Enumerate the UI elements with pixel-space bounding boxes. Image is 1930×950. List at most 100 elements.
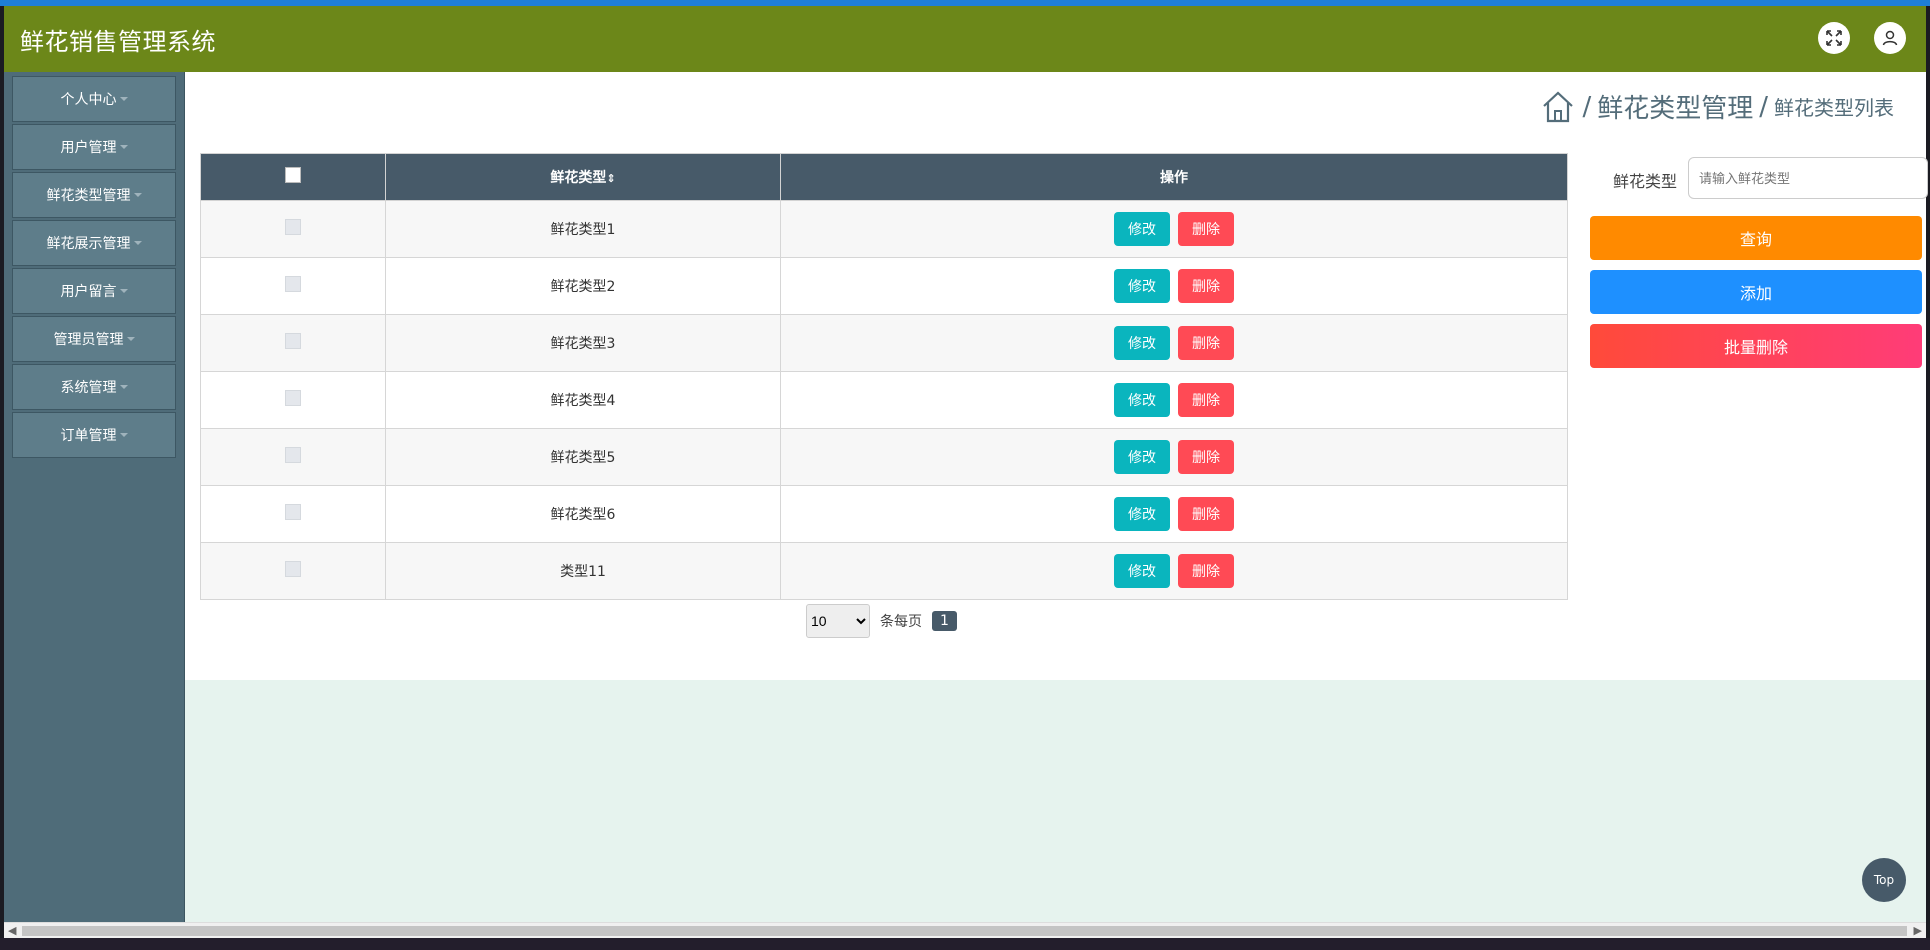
actions-cell: 修改 删除 [780,542,1568,600]
content-background [185,680,1926,922]
row-select-cell [200,200,386,258]
edit-button[interactable]: 修改 [1114,269,1170,303]
horizontal-scrollbar[interactable]: ◀ ▶ [4,922,1926,939]
actions-cell: 修改 删除 [780,428,1568,486]
actions-cell: 修改 删除 [780,371,1568,429]
table-row: 鲜花类型2 修改 删除 [200,257,1568,315]
delete-button[interactable]: 删除 [1178,383,1234,417]
row-checkbox[interactable] [285,333,301,349]
user-button[interactable] [1874,22,1906,54]
query-button[interactable]: 查询 [1590,216,1922,260]
breadcrumb-current-page: 鲜花类型列表 [1774,96,1894,120]
sidebar-item-label: 用户管理 [60,140,117,156]
breadcrumb: / 鲜花类型管理 / 鲜花类型列表 [1540,88,1894,125]
row-checkbox[interactable] [285,504,301,520]
edit-button[interactable]: 修改 [1114,383,1170,417]
breadcrumb-separator: / [1582,91,1592,122]
sidebar: 个人中心 用户管理 鲜花类型管理 鲜花展示管理 用户留言 管理员管理 系统管理 … [4,72,185,922]
table-row: 鲜花类型3 修改 删除 [200,314,1568,372]
search-input[interactable] [1688,157,1928,199]
edit-button[interactable]: 修改 [1114,554,1170,588]
row-checkbox[interactable] [285,390,301,406]
search-label: 鲜花类型 [1613,172,1678,191]
select-all-checkbox[interactable] [285,167,301,183]
sidebar-item-system-management[interactable]: 系统管理 [12,364,176,410]
top-header: 鲜花销售管理系统 [4,6,1926,72]
sidebar-item-label: 鲜花类型管理 [46,188,131,204]
row-select-cell [200,257,386,315]
row-checkbox[interactable] [285,219,301,235]
sidebar-item-label: 个人中心 [60,92,117,108]
page-number-button[interactable]: 1 [932,611,957,631]
sidebar-item-label: 管理员管理 [53,332,124,348]
sidebar-item-user-management[interactable]: 用户管理 [12,124,176,170]
breadcrumb-section[interactable]: 鲜花类型管理 [1597,88,1753,125]
chevron-down-icon [119,385,128,389]
chevron-down-icon [119,433,128,437]
chevron-down-icon [119,97,128,101]
fullscreen-button[interactable] [1818,22,1850,54]
select-all-header [200,153,386,201]
actions-cell: 修改 删除 [780,314,1568,372]
delete-button[interactable]: 删除 [1178,497,1234,531]
user-icon [1882,30,1898,46]
flower-type-cell: 鲜花类型5 [385,428,781,486]
row-checkbox[interactable] [285,276,301,292]
app-title: 鲜花销售管理系统 [20,27,216,56]
flower-type-cell: 鲜花类型4 [385,371,781,429]
batch-delete-button[interactable]: 批量删除 [1590,324,1922,368]
delete-button[interactable]: 删除 [1178,554,1234,588]
actions-column-header: 操作 [780,153,1568,201]
sidebar-item-label: 系统管理 [60,380,117,396]
delete-button[interactable]: 删除 [1178,326,1234,360]
scroll-right-icon[interactable]: ▶ [1914,924,1922,937]
sidebar-item-flower-display-management[interactable]: 鲜花展示管理 [12,220,176,266]
sidebar-item-flower-type-management[interactable]: 鲜花类型管理 [12,172,176,218]
edit-button[interactable]: 修改 [1114,326,1170,360]
header-icons [1818,22,1906,54]
breadcrumb-separator: / [1759,91,1768,122]
chevron-down-icon [126,337,135,341]
flower-type-table: 鲜花类型⇕ 操作 鲜花类型1 修改 删除 鲜花类型2 修改 删除 鲜花类型3 修改 删除 鲜花类型… [200,153,1568,600]
type-column-header[interactable]: 鲜花类型⇕ [385,153,781,201]
row-select-cell [200,485,386,543]
chevron-down-icon [133,241,142,245]
flower-type-cell: 鲜花类型3 [385,314,781,372]
page-size-select[interactable]: 10 [806,604,870,638]
table-header-row: 鲜花类型⇕ 操作 [200,153,1568,201]
row-select-cell [200,542,386,600]
chevron-down-icon [119,145,128,149]
table-row: 鲜花类型4 修改 删除 [200,371,1568,429]
table-row: 鲜花类型6 修改 删除 [200,485,1568,543]
sidebar-item-order-management[interactable]: 订单管理 [12,412,176,458]
delete-button[interactable]: 删除 [1178,269,1234,303]
chevron-down-icon [119,289,128,293]
app-window: 鲜花销售管理系统 个人中心 用户管理 鲜花类型管理 鲜花展示管理 用户留言 管理… [0,0,1930,950]
edit-button[interactable]: 修改 [1114,212,1170,246]
sidebar-item-label: 鲜花展示管理 [46,236,131,252]
edit-button[interactable]: 修改 [1114,497,1170,531]
sidebar-item-label: 订单管理 [60,428,117,444]
scrollbar-thumb[interactable] [22,926,1907,936]
back-to-top-button[interactable]: Top [1862,858,1906,902]
add-button[interactable]: 添加 [1590,270,1922,314]
actions-cell: 修改 删除 [780,257,1568,315]
row-checkbox[interactable] [285,561,301,577]
sidebar-item-personal-center[interactable]: 个人中心 [12,76,176,122]
sidebar-item-label: 用户留言 [60,284,117,300]
row-select-cell [200,428,386,486]
actions-cell: 修改 删除 [780,485,1568,543]
delete-button[interactable]: 删除 [1178,440,1234,474]
sidebar-item-user-messages[interactable]: 用户留言 [12,268,176,314]
chevron-down-icon [133,193,142,197]
scroll-left-icon[interactable]: ◀ [8,924,16,937]
edit-button[interactable]: 修改 [1114,440,1170,474]
flower-type-cell: 鲜花类型6 [385,485,781,543]
row-select-cell [200,371,386,429]
delete-button[interactable]: 删除 [1178,212,1234,246]
row-checkbox[interactable] [285,447,301,463]
home-icon[interactable] [1540,89,1576,125]
sidebar-item-admin-management[interactable]: 管理员管理 [12,316,176,362]
sort-icon[interactable]: ⇕ [606,172,615,185]
pagination: 10 条每页 1 [806,604,957,638]
